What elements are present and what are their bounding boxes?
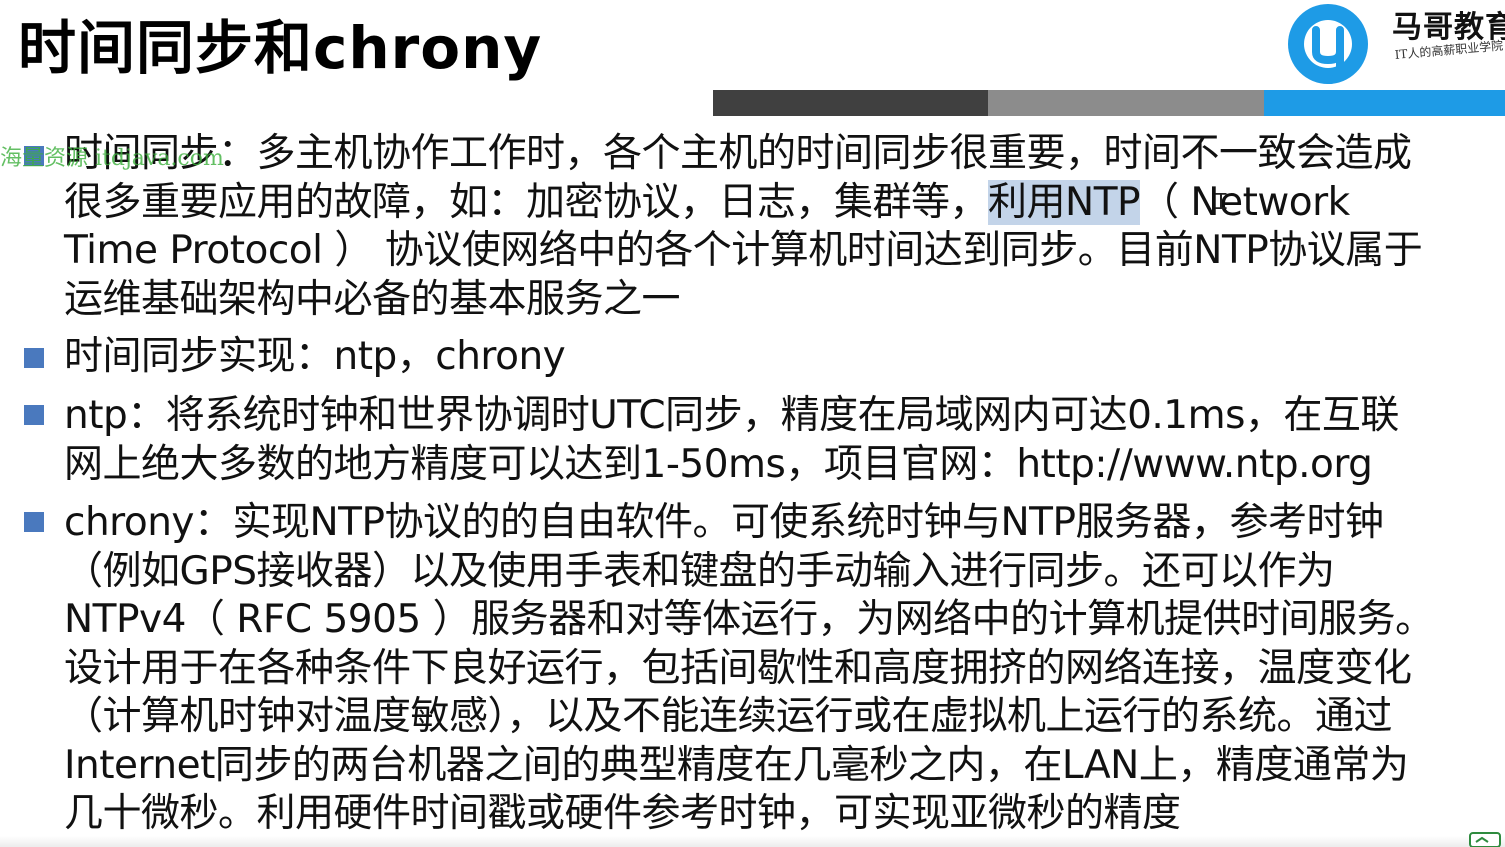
bullet-square-icon xyxy=(24,348,44,368)
bullet-square-icon xyxy=(24,405,44,425)
logo-mark-icon xyxy=(1288,4,1368,84)
header-bar-blue-segment xyxy=(1264,90,1505,116)
header-bar-dark-segment xyxy=(713,90,988,116)
text-cursor-icon: Ｉ xyxy=(1210,190,1233,215)
slide: 时间同步和chrony 马哥教育 IT人的高薪职业学院 海量资源 itdjava… xyxy=(0,0,1505,847)
bullet-item-chrony: chrony：实现NTP协议的的自由软件。可使系统时钟与NTP服务器，参考时钟 … xyxy=(64,500,1434,836)
watermark: 海量资源 itdjava.com xyxy=(0,146,224,171)
bottom-edge xyxy=(0,836,1505,847)
corner-app-icon[interactable] xyxy=(1468,830,1505,847)
bullet-square-icon xyxy=(24,512,44,532)
bullet-item-time-sync: 时间同步：多主机协作工作时，各个主机的时间同步很重要，时间不一致会造成 很多重要… xyxy=(64,130,1494,324)
logo: 马哥教育 IT人的高薪职业学院 xyxy=(1284,0,1505,90)
bullet-item-implementations: 时间同步实现：ntp，chrony xyxy=(64,334,566,379)
selected-text-highlight: 利用NTP xyxy=(988,179,1141,225)
slide-title: 时间同步和chrony xyxy=(18,14,543,82)
header-bar-grey-segment xyxy=(988,90,1264,116)
bullet-item-ntp: ntp：将系统时钟和世界协调时UTC同步，精度在局域网内可达0.1ms，在互联 … xyxy=(64,393,1399,487)
